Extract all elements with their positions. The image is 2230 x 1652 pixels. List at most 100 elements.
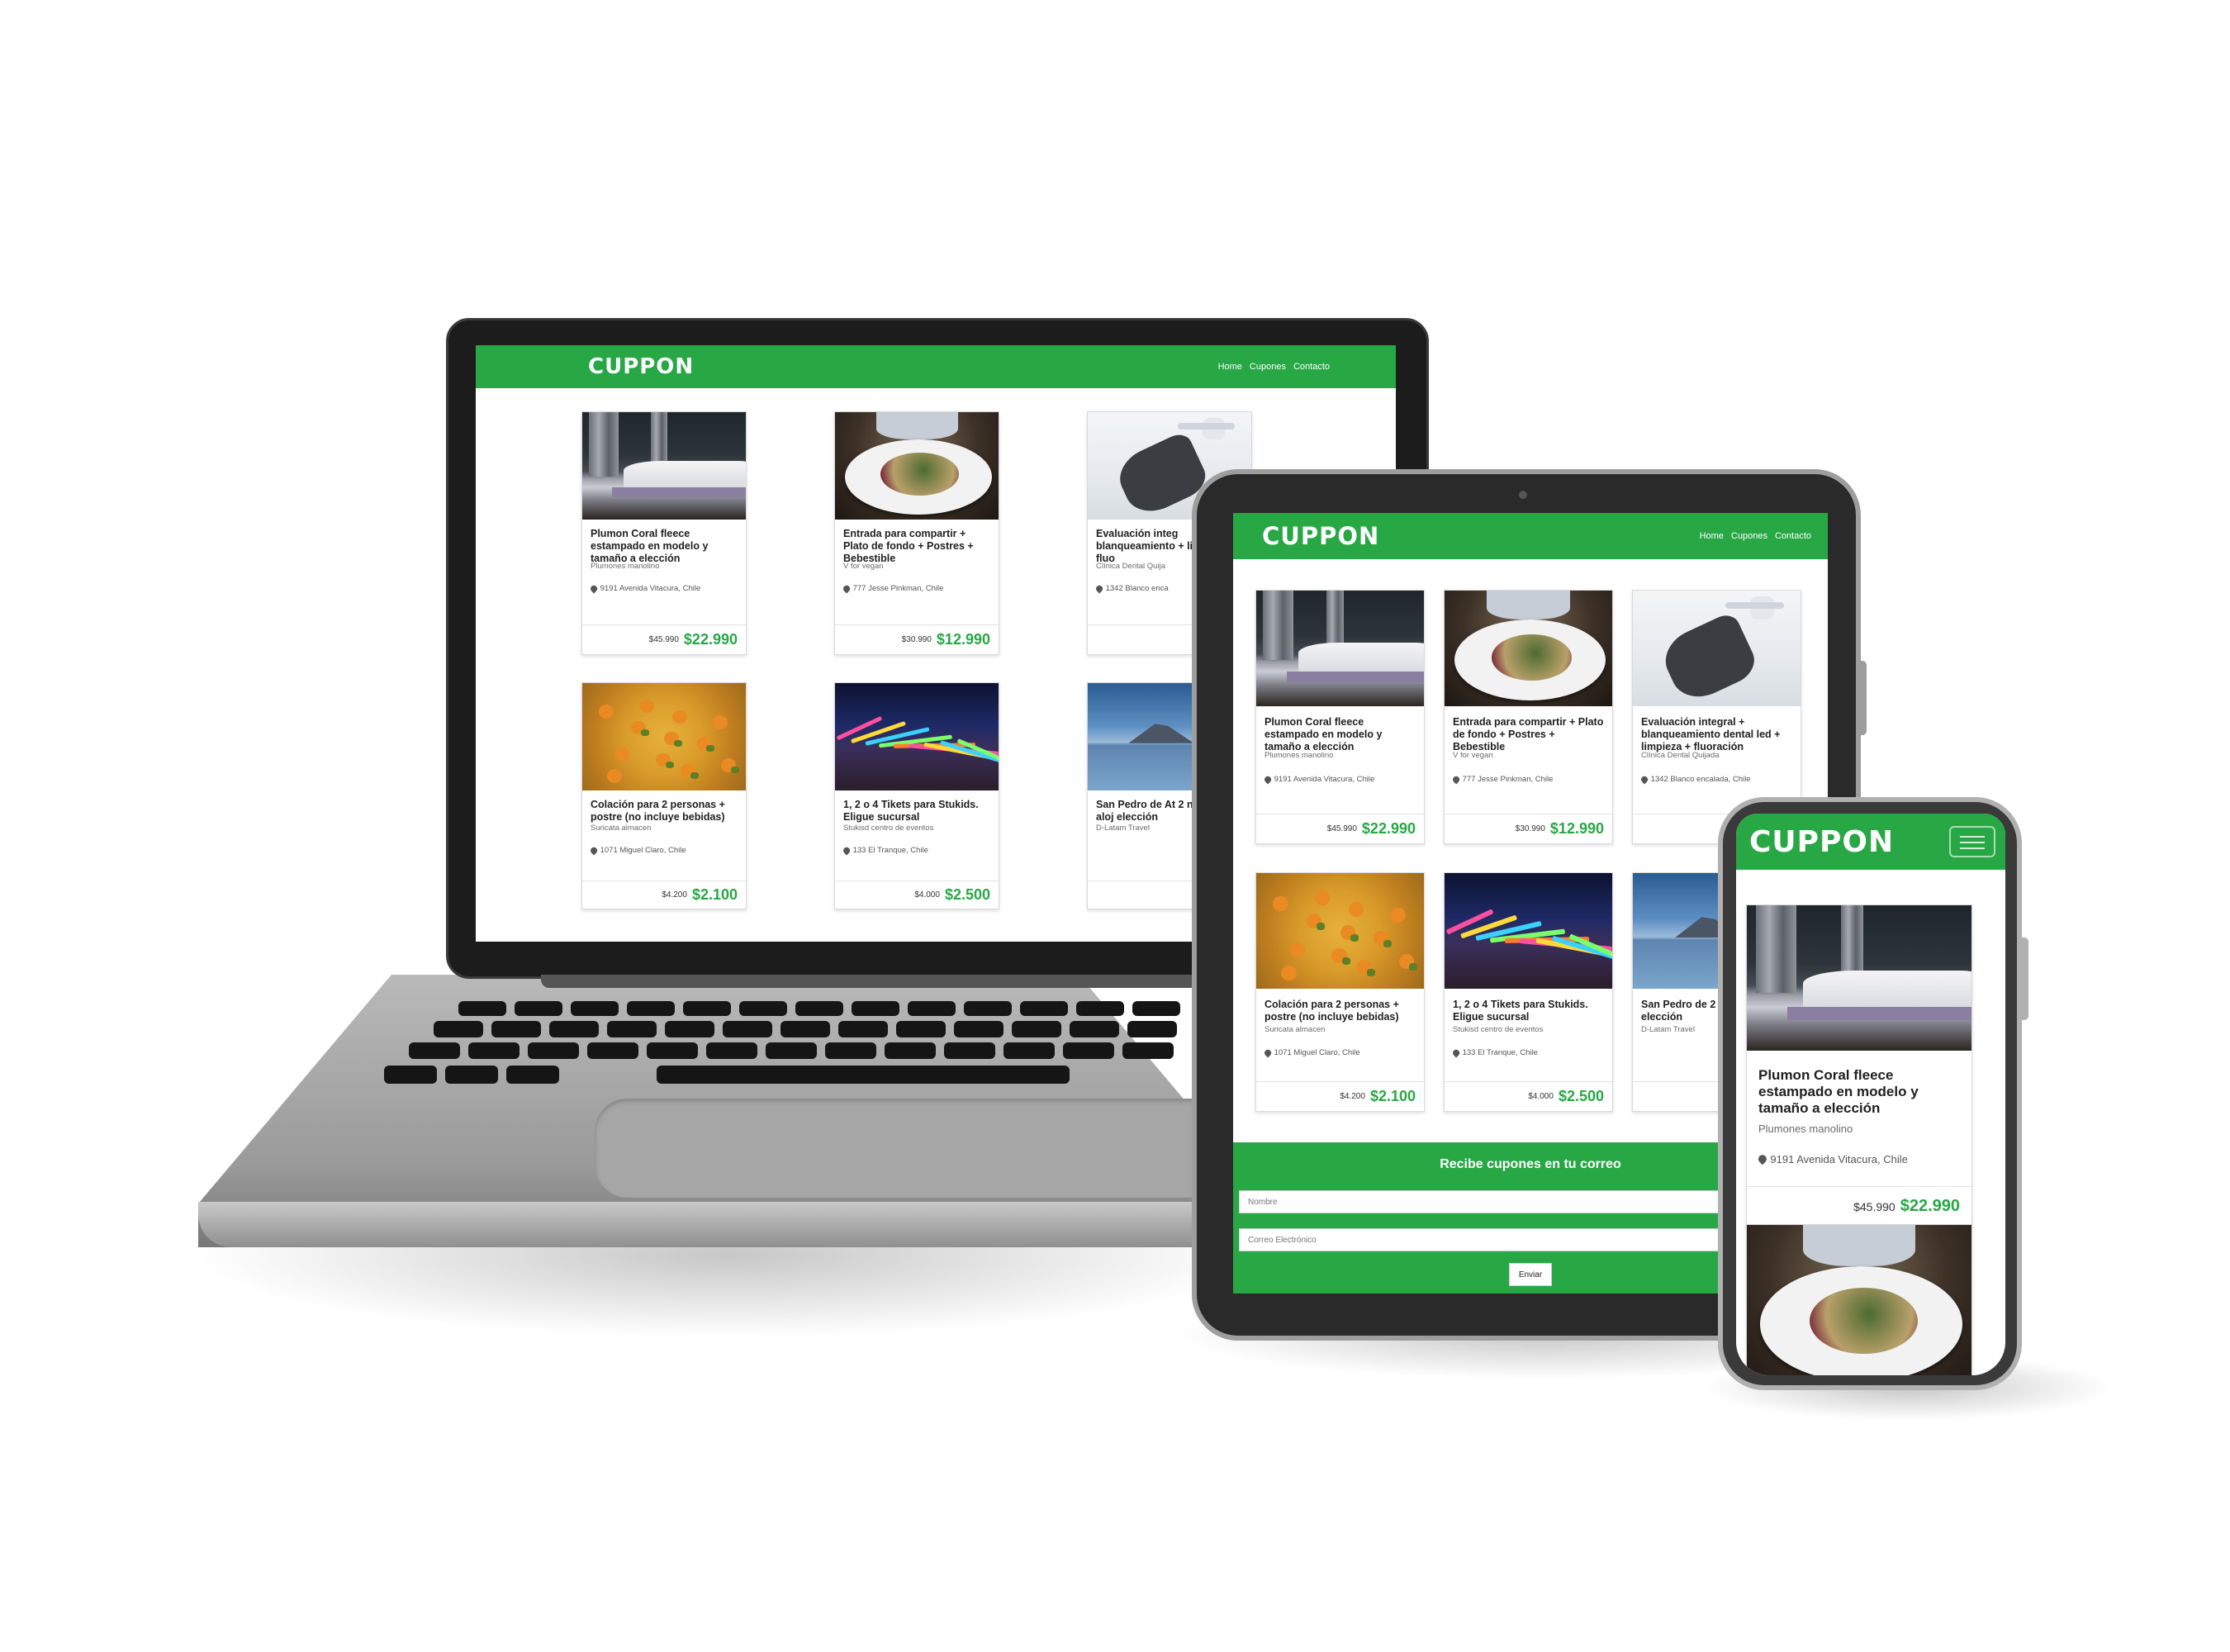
coupon-location: 1071 Miguel Claro, Chile [589, 846, 686, 855]
new-price: $22.990 [1900, 1197, 1960, 1215]
coupon-location-text: 133 El Tranque, Chile [1462, 1048, 1538, 1057]
coupon-vendor: D-Latam Travel [1096, 824, 1150, 833]
coupon-location: 133 El Tranque, Chile [1451, 1048, 1538, 1057]
old-price: $4.000 [914, 890, 940, 900]
map-pin-icon [1263, 775, 1273, 784]
coupon-title[interactable]: Colación para 2 personas + postre (no in… [591, 799, 738, 824]
submit-button[interactable]: Enviar [1509, 1263, 1552, 1286]
coupon-image[interactable] [1633, 591, 1801, 706]
keyboard-key [1063, 1042, 1114, 1059]
coupon-image[interactable] [1256, 873, 1424, 989]
nav-home[interactable]: Home [1700, 531, 1724, 541]
coupon-image[interactable] [582, 683, 746, 790]
keyboard-key [908, 1001, 956, 1016]
coupon-card[interactable]: Entrada para compartir + Plato de fondo … [834, 411, 999, 655]
old-price: $4.000 [1528, 1092, 1554, 1101]
coupon-title[interactable]: 1, 2 o 4 Tikets para Stukids. Eligue suc… [843, 799, 990, 824]
coupon-title[interactable]: Entrada para compartir + Plato de fondo … [843, 528, 990, 564]
new-price: $22.990 [683, 631, 738, 648]
tablet-camera [1519, 491, 1527, 499]
coupon-image[interactable] [1445, 873, 1612, 989]
keyboard-key [528, 1042, 579, 1059]
keyboard-key [954, 1021, 1004, 1037]
nav-cupones[interactable]: Cupones [1250, 362, 1286, 372]
keyboard-key [491, 1021, 541, 1037]
laptop-trackpad [595, 1099, 1222, 1198]
coupon-card[interactable]: 1, 2 o 4 Tikets para Stukids. Eligue suc… [834, 682, 999, 909]
keyboard-key [1127, 1021, 1177, 1037]
menu-toggle-icon[interactable] [1949, 826, 1995, 857]
coupon-location: 9191 Avenida Vitacura, Chile [1756, 1153, 1908, 1165]
keyboard-key [825, 1042, 876, 1059]
coupon-location-text: 133 El Tranque, Chile [852, 846, 928, 855]
keyboard-key [683, 1001, 731, 1016]
coupon-title[interactable]: Plumon Coral fleece estampado en modelo … [1264, 716, 1416, 752]
coupon-price-bar: $30.990 $12.990 [835, 624, 999, 654]
nav-contacto[interactable]: Contacto [1775, 531, 1811, 541]
coupon-location-text: 777 Jesse Pinkman, Chile [852, 584, 944, 593]
keyboard-key [885, 1042, 936, 1059]
coupon-vendor: Suricata almacen [591, 824, 652, 833]
coupon-card[interactable]: Plumon Coral fleece estampado en modelo … [581, 411, 747, 655]
coupon-title[interactable]: Plumon Coral fleece estampado en modelo … [1758, 1067, 1960, 1117]
nav-cupones[interactable]: Cupones [1731, 531, 1767, 541]
keyboard-key [706, 1042, 757, 1059]
brand-logo[interactable]: CUPPON [588, 354, 694, 379]
keyboard-key [964, 1001, 1012, 1016]
coupon-image[interactable] [582, 412, 746, 520]
laptop-base-edge [198, 1202, 1272, 1247]
coupon-card[interactable]: Colación para 2 personas + postre (no in… [581, 682, 747, 909]
brand-logo[interactable]: CUPPON [1262, 522, 1379, 550]
coupon-title[interactable]: 1, 2 o 4 Tikets para Stukids. Eligue suc… [1453, 999, 1604, 1023]
coupon-card[interactable]: Plumon Coral fleece estampado en modelo … [1746, 904, 1972, 1227]
coupon-image[interactable] [1747, 905, 1971, 1051]
keyboard-key [944, 1042, 995, 1059]
keyboard-key [445, 1066, 498, 1084]
coupon-vendor: D-Latam Travel [1641, 1025, 1695, 1034]
coupon-price-bar: $4.000 $2.500 [835, 881, 999, 909]
keyboard-key [1070, 1021, 1119, 1037]
new-price: $2.500 [1558, 1088, 1604, 1104]
brand-logo[interactable]: CUPPON [1749, 825, 1894, 859]
coupon-image[interactable] [1445, 591, 1612, 706]
coupon-price-bar: $4.200 $2.100 [582, 881, 746, 909]
coupon-card[interactable]: Colación para 2 personas + postre (no in… [1255, 872, 1425, 1112]
coupon-title[interactable]: Entrada para compartir + Plato de fondo … [1453, 716, 1604, 752]
coupon-price-bar: $45.990 $22.990 [1747, 1186, 1971, 1226]
nav-links: Home Cupones Contacto [1218, 362, 1330, 372]
coupon-card[interactable]: Entrada para compartir + Plato de fondo … [1444, 590, 1613, 844]
coupon-location-text: 777 Jesse Pinkman, Chile [1462, 775, 1554, 784]
coupon-card[interactable]: Plumon Coral fleece estampado en modelo … [1255, 590, 1425, 844]
coupon-location-text: 1071 Miguel Claro, Chile [1274, 1048, 1360, 1057]
keyboard-key [795, 1001, 843, 1016]
keyboard-key [1076, 1001, 1124, 1016]
keyboard-key [647, 1042, 698, 1059]
nav-home[interactable]: Home [1218, 362, 1242, 372]
nav-contacto[interactable]: Contacto [1293, 362, 1330, 372]
phone-navbar: CUPPON [1736, 814, 2005, 870]
coupon-title[interactable]: Plumon Coral fleece estampado en modelo … [591, 528, 738, 564]
coupon-title[interactable]: Colación para 2 personas + postre (no in… [1264, 999, 1416, 1023]
keyboard-key [515, 1001, 562, 1016]
tablet-side-button [1858, 661, 1867, 735]
coupon-title[interactable]: Evaluación integral + blanqueamiento den… [1641, 716, 1792, 752]
coupon-vendor: V for vegan [843, 562, 884, 571]
coupon-vendor: Clínica Dental Quija [1096, 562, 1165, 571]
phone-side-button [2020, 938, 2028, 1020]
coupon-image[interactable] [1256, 591, 1424, 706]
new-price: $12.990 [1549, 820, 1604, 837]
old-price: $30.990 [901, 635, 932, 644]
keyboard-key [780, 1021, 830, 1037]
coupon-card[interactable]: 1, 2 o 4 Tikets para Stukids. Eligue suc… [1444, 872, 1613, 1112]
coupon-location-text: 9191 Avenida Vitacura, Chile [1770, 1153, 1908, 1165]
map-pin-icon [589, 846, 599, 855]
coupon-location: 1342 Blanco encalada, Chile [1639, 775, 1751, 784]
map-pin-icon [1094, 584, 1104, 593]
keyboard-spacebar [657, 1066, 1070, 1084]
coupon-image[interactable] [835, 412, 999, 520]
keyboard-key [1122, 1042, 1174, 1059]
coupon-card[interactable] [1746, 1224, 1972, 1375]
coupon-image[interactable] [1747, 1225, 1971, 1375]
coupon-image[interactable] [835, 683, 999, 790]
keyboard-key [434, 1021, 483, 1037]
